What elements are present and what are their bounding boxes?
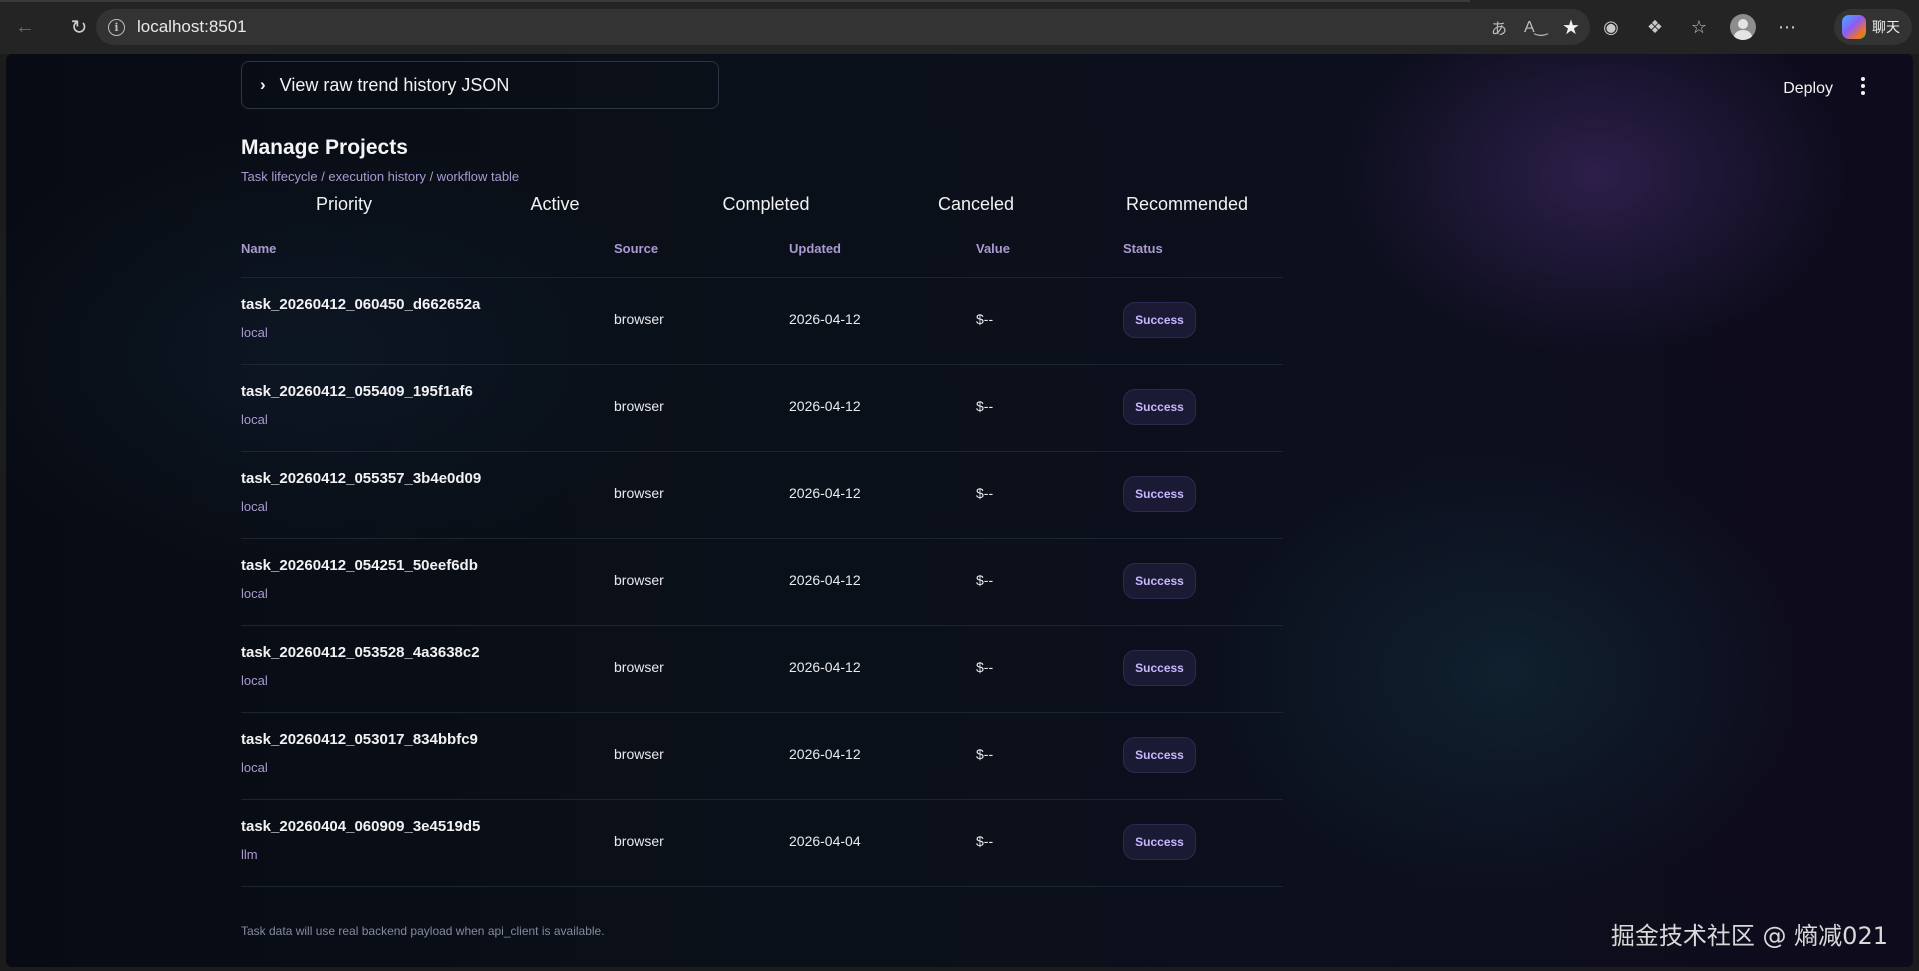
task-updated: 2026-04-12 xyxy=(789,572,861,588)
raw-json-expander[interactable]: › View raw trend history JSON xyxy=(241,61,719,109)
read-aloud-icon[interactable]: A‿ xyxy=(1524,17,1548,37)
favorite-star-icon[interactable]: ★ xyxy=(1560,15,1582,40)
status-tabs: Priority Active Completed Canceled Recom… xyxy=(241,194,1271,224)
task-source: browser xyxy=(614,572,664,588)
status-badge: Success xyxy=(1123,650,1196,686)
page-title: Manage Projects xyxy=(241,136,408,159)
task-name: task_20260412_053528_4a3638c2 xyxy=(241,644,480,661)
task-source: browser xyxy=(614,833,664,849)
task-updated: 2026-04-12 xyxy=(789,746,861,762)
app-menu-kebab-icon[interactable] xyxy=(1853,72,1873,100)
task-name: task_20260412_054251_50eef6db xyxy=(241,557,478,574)
status-badge: Success xyxy=(1123,563,1196,599)
tab-active[interactable]: Active xyxy=(530,194,579,215)
task-updated: 2026-04-12 xyxy=(789,485,861,501)
task-kind: llm xyxy=(241,847,258,862)
task-source: browser xyxy=(614,398,664,414)
task-source: browser xyxy=(614,659,664,675)
chevron-right-icon: › xyxy=(260,75,266,94)
task-updated: 2026-04-04 xyxy=(789,833,861,849)
tab-canceled[interactable]: Canceled xyxy=(938,194,1014,215)
table-header: Name Source Updated Value Status xyxy=(241,241,1283,277)
task-kind: local xyxy=(241,760,268,775)
task-value: $-- xyxy=(976,746,994,762)
task-value: $-- xyxy=(976,659,994,675)
task-updated: 2026-04-12 xyxy=(789,311,861,327)
table-row[interactable]: task_20260412_055357_3b4e0d09 local brow… xyxy=(241,451,1283,538)
task-value: $-- xyxy=(976,311,994,327)
column-header-source[interactable]: Source xyxy=(614,241,658,256)
copilot-chat-button[interactable]: 聊天 xyxy=(1834,9,1912,45)
status-badge: Success xyxy=(1123,737,1196,773)
deploy-button[interactable]: Deploy xyxy=(1783,80,1833,98)
site-info-icon[interactable]: i xyxy=(108,18,125,36)
task-kind: local xyxy=(241,412,268,427)
table-row[interactable]: task_20260412_054251_50eef6db local brow… xyxy=(241,538,1283,625)
task-kind: local xyxy=(241,325,268,340)
translate-icon[interactable]: あ xyxy=(1488,15,1510,39)
address-bar-actions: あ A‿ ★ xyxy=(1488,9,1582,45)
task-name: task_20260412_055409_195f1af6 xyxy=(241,383,473,400)
table-row[interactable]: task_20260404_060909_3e4519d5 llm browse… xyxy=(241,799,1283,886)
browser-tools: ◉ ❖ ☆ ⋯ xyxy=(1598,9,1800,45)
task-source: browser xyxy=(614,746,664,762)
expander-label: View raw trend history JSON xyxy=(279,74,510,95)
task-source: browser xyxy=(614,485,664,501)
tab-recommended[interactable]: Recommended xyxy=(1126,194,1248,215)
task-kind: local xyxy=(241,673,268,688)
projects-table: Name Source Updated Value Status task_20… xyxy=(241,241,1283,887)
tab-priority[interactable]: Priority xyxy=(316,194,372,215)
status-badge: Success xyxy=(1123,389,1196,425)
table-row[interactable]: task_20260412_053528_4a3638c2 local brow… xyxy=(241,625,1283,712)
copilot-chat-label: 聊天 xyxy=(1872,19,1900,35)
task-name: task_20260404_060909_3e4519d5 xyxy=(241,818,481,835)
status-badge: Success xyxy=(1123,824,1196,860)
table-row[interactable]: task_20260412_060450_d662652a local brow… xyxy=(241,277,1283,364)
extension-record-icon[interactable]: ◉ xyxy=(1598,17,1624,38)
table-row[interactable]: task_20260412_053017_834bbfc9 local brow… xyxy=(241,712,1283,799)
reload-icon[interactable]: ↻ xyxy=(62,10,96,44)
task-name: task_20260412_053017_834bbfc9 xyxy=(241,731,478,748)
watermark: 掘金技术社区 @ 熵减021 xyxy=(1610,922,1888,950)
back-arrow-icon[interactable]: ← xyxy=(8,10,42,44)
column-header-value[interactable]: Value xyxy=(976,241,1010,256)
table-row[interactable]: task_20260412_055409_195f1af6 local brow… xyxy=(241,364,1283,451)
task-kind: local xyxy=(241,499,268,514)
task-value: $-- xyxy=(976,833,994,849)
task-value: $-- xyxy=(976,572,994,588)
copilot-logo-icon xyxy=(1842,15,1866,39)
more-menu-icon[interactable]: ⋯ xyxy=(1774,17,1800,38)
task-name: task_20260412_060450_d662652a xyxy=(241,296,481,313)
extensions-puzzle-icon[interactable]: ❖ xyxy=(1642,17,1668,38)
browser-toolbar: ← ↻ i localhost:8501 あ A‿ ★ ◉ ❖ ☆ ⋯ 聊天 xyxy=(0,0,1919,54)
loading-bar xyxy=(0,0,1470,2)
tab-completed[interactable]: Completed xyxy=(722,194,809,215)
profile-avatar-icon[interactable] xyxy=(1730,14,1756,40)
column-header-status[interactable]: Status xyxy=(1123,241,1163,256)
task-kind: local xyxy=(241,586,268,601)
status-badge: Success xyxy=(1123,476,1196,512)
app-viewport: Deploy › View raw trend history JSON Man… xyxy=(6,54,1913,967)
status-badge: Success xyxy=(1123,302,1196,338)
task-updated: 2026-04-12 xyxy=(789,659,861,675)
favorites-list-icon[interactable]: ☆ xyxy=(1686,17,1712,38)
task-value: $-- xyxy=(976,485,994,501)
task-source: browser xyxy=(614,311,664,327)
table-footnote: Task data will use real backend payload … xyxy=(241,924,605,938)
column-header-name[interactable]: Name xyxy=(241,241,276,256)
task-value: $-- xyxy=(976,398,994,414)
page-subtitle: Task lifecycle / execution history / wor… xyxy=(241,169,520,184)
task-name: task_20260412_055357_3b4e0d09 xyxy=(241,470,482,487)
column-header-updated[interactable]: Updated xyxy=(789,241,841,256)
url-text[interactable]: localhost:8501 xyxy=(137,17,247,37)
table-bottom-border xyxy=(241,886,1283,887)
task-updated: 2026-04-12 xyxy=(789,398,861,414)
address-bar[interactable]: i localhost:8501 あ A‿ ★ xyxy=(96,9,1590,45)
